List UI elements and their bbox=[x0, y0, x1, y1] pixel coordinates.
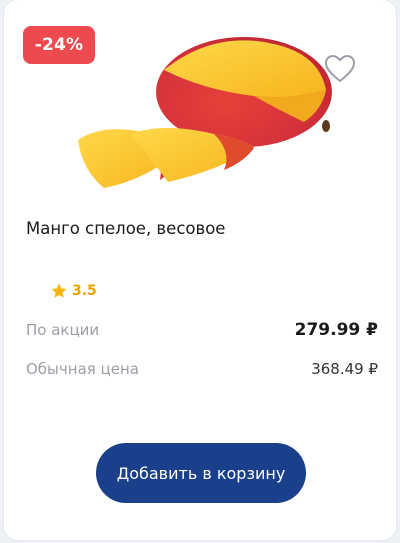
add-to-cart-button[interactable]: Добавить в корзину bbox=[96, 443, 306, 503]
rating-value: 3.5 bbox=[72, 283, 97, 299]
product-card[interactable]: -24% Манго спелое, весовое 3.5 По акции … bbox=[4, 0, 396, 540]
star-icon bbox=[51, 283, 67, 298]
promo-label: По акции bbox=[26, 321, 100, 339]
rating: 3.5 bbox=[50, 282, 97, 300]
heart-outline-icon[interactable] bbox=[324, 54, 356, 84]
promo-price-row: По акции 279.99 ₽ bbox=[26, 320, 378, 340]
regular-price-row: Обычная цена 368.49 ₽ bbox=[26, 360, 378, 378]
product-title[interactable]: Манго спелое, весовое bbox=[26, 219, 225, 238]
product-image[interactable] bbox=[64, 30, 344, 200]
regular-price: 368.49 ₽ bbox=[311, 360, 378, 378]
promo-price: 279.99 ₽ bbox=[294, 320, 378, 340]
regular-label: Обычная цена bbox=[26, 360, 139, 378]
